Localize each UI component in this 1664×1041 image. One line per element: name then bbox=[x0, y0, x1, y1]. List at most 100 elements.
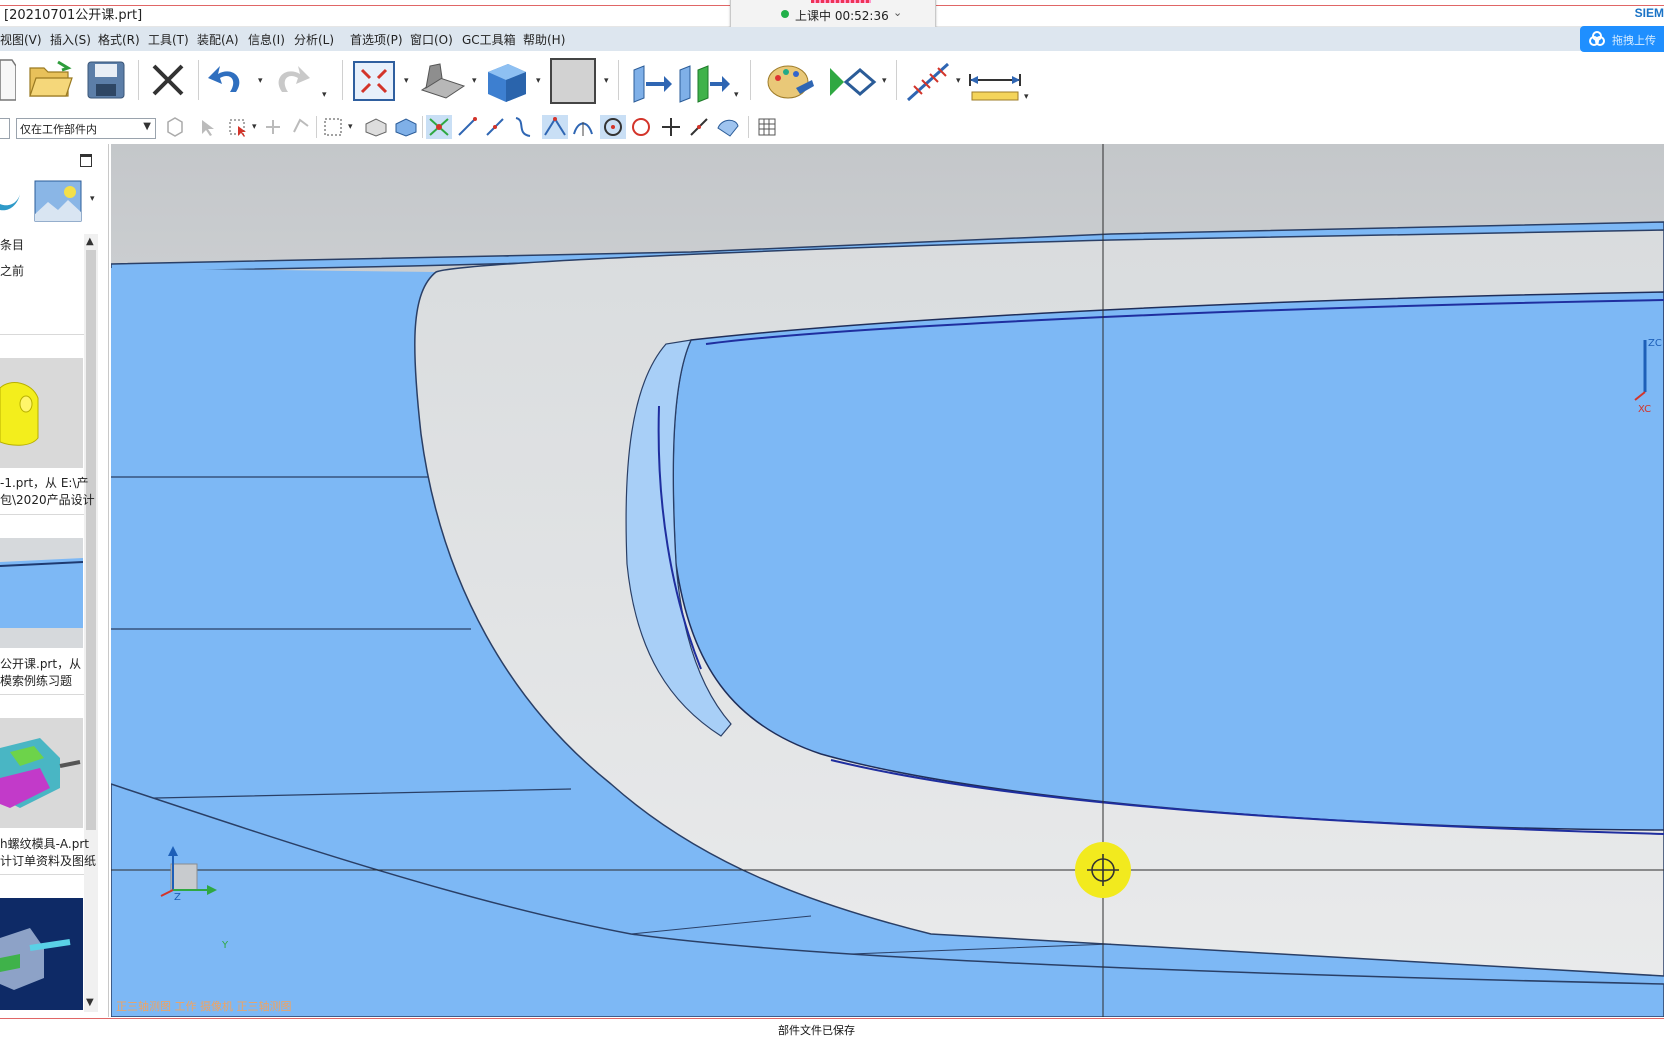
cloud-upload-button[interactable]: 拖拽上传 bbox=[1580, 26, 1664, 52]
cube-dropdown-icon[interactable]: ▾ bbox=[536, 76, 541, 86]
grid-icon[interactable] bbox=[756, 116, 778, 138]
measure-dropdown-icon[interactable]: ▾ bbox=[956, 76, 961, 86]
status-message: 部件文件已保存 bbox=[778, 1024, 855, 1037]
select-feature-icon[interactable] bbox=[164, 116, 186, 138]
recent-file-line2: 计订单资料及图纸 bbox=[0, 854, 97, 868]
menu-tools[interactable]: 工具(T) bbox=[148, 31, 189, 48]
extrude-icon[interactable] bbox=[628, 60, 672, 104]
arc-center-icon[interactable] bbox=[572, 116, 594, 138]
cloud-icon bbox=[1589, 31, 1605, 46]
undo-dropdown-icon[interactable]: ▾ bbox=[258, 76, 263, 86]
mirror-dropdown-icon[interactable]: ▾ bbox=[734, 90, 739, 100]
toolbar-separator bbox=[748, 116, 749, 138]
edit-color-icon[interactable] bbox=[766, 58, 816, 104]
menu-insert[interactable]: 插入(S) bbox=[50, 31, 91, 48]
recent-file-line1: 公开课.prt，从 bbox=[0, 657, 82, 671]
type-filter-select[interactable] bbox=[0, 118, 10, 139]
view-status-text: 正三轴测图 工作 摄像机 正三轴测图 bbox=[116, 1000, 292, 1013]
point-on-curve-icon[interactable] bbox=[688, 116, 710, 138]
menu-format[interactable]: 格式(R) bbox=[98, 31, 140, 48]
convert-icon[interactable] bbox=[828, 62, 878, 102]
pointer-disabled-icon[interactable] bbox=[198, 116, 220, 138]
selection-scope-select[interactable]: 仅在工作部件内 ▼ bbox=[16, 118, 156, 139]
menu-information[interactable]: 信息(I) bbox=[248, 31, 285, 48]
recent-file-thumbnail[interactable] bbox=[0, 898, 83, 1010]
background-palette-icon[interactable] bbox=[34, 180, 82, 222]
menu-gc-toolbox[interactable]: GC工具箱 bbox=[462, 31, 516, 48]
general-select-icon[interactable] bbox=[228, 116, 250, 138]
fit-view-icon[interactable] bbox=[352, 60, 396, 102]
existing-point-icon[interactable] bbox=[660, 116, 682, 138]
measure-angle-icon[interactable] bbox=[904, 60, 952, 104]
recent-file-thumbnail[interactable] bbox=[0, 538, 83, 648]
redo-icon[interactable] bbox=[270, 62, 312, 98]
menu-analysis[interactable]: 分析(L) bbox=[294, 31, 334, 48]
recent-file-thumbnail[interactable] bbox=[0, 718, 83, 828]
palette-dropdown-icon[interactable]: ▾ bbox=[90, 194, 95, 204]
menu-window[interactable]: 窗口(O) bbox=[410, 31, 453, 48]
recent-file-line1: -1.prt，从 E:\产 bbox=[0, 476, 89, 490]
toolbar-separator bbox=[138, 60, 139, 100]
control-point-icon[interactable] bbox=[512, 116, 534, 138]
snap-enable-icon[interactable] bbox=[426, 115, 452, 139]
open-folder-icon[interactable] bbox=[28, 60, 74, 100]
window-title: [20210701公开课.prt] bbox=[4, 8, 143, 23]
palette-partial-icon[interactable] bbox=[0, 184, 22, 214]
background-dropdown-icon[interactable]: ▾ bbox=[604, 76, 609, 86]
triad-y-label: Y bbox=[222, 940, 229, 951]
shaded-cube-icon[interactable] bbox=[484, 60, 530, 104]
toolbar-separator bbox=[422, 116, 423, 138]
brand-logo: SIEM bbox=[1634, 6, 1664, 20]
solid-select-icon[interactable] bbox=[394, 116, 418, 138]
wcs-zc-label: ZC bbox=[1648, 338, 1662, 349]
intersection-point-icon[interactable] bbox=[542, 115, 568, 139]
toolbar-separator bbox=[316, 116, 317, 138]
toolbar-separator bbox=[618, 60, 619, 100]
triad-z-label: Z bbox=[174, 892, 181, 903]
panel-scrollbar-thumb[interactable] bbox=[86, 250, 96, 830]
panel-divider bbox=[0, 694, 84, 695]
fit-view-dropdown-icon[interactable]: ▾ bbox=[404, 76, 409, 86]
menu-view[interactable]: 视图(V) bbox=[0, 31, 42, 48]
point-on-face-icon[interactable] bbox=[716, 116, 740, 138]
menu-bar: 视图(V) 插入(S) 格式(R) 工具(T) 装配(A) 信息(I) 分析(L… bbox=[0, 27, 1664, 51]
maximize-icon[interactable] bbox=[80, 154, 92, 167]
background-icon[interactable] bbox=[550, 58, 596, 104]
scroll-down-icon[interactable]: ▼ bbox=[86, 997, 94, 1008]
rectangle-select-icon[interactable] bbox=[322, 116, 344, 138]
recent-file-line2: 模索例练习题 bbox=[0, 674, 73, 688]
delete-icon[interactable] bbox=[150, 62, 186, 98]
mid-point-icon[interactable] bbox=[484, 116, 506, 138]
scroll-up-icon[interactable]: ▲ bbox=[86, 236, 94, 247]
select-dropdown-icon[interactable]: ▾ bbox=[252, 122, 257, 132]
selection-scope-value: 仅在工作部件内 bbox=[20, 123, 97, 136]
save-icon[interactable] bbox=[86, 60, 126, 100]
convert-dropdown-icon[interactable]: ▾ bbox=[882, 76, 887, 86]
new-file-icon[interactable] bbox=[0, 58, 16, 102]
mirror-body-icon[interactable] bbox=[676, 60, 732, 104]
toolbar-overflow-icon[interactable]: ▾ bbox=[322, 90, 327, 100]
menu-preferences[interactable]: 首选项(P) bbox=[350, 31, 403, 48]
end-point-icon[interactable] bbox=[456, 116, 478, 138]
body-select-icon[interactable] bbox=[364, 116, 388, 138]
render-style-dropdown-icon[interactable]: ▾ bbox=[472, 76, 477, 86]
model-surface-view[interactable] bbox=[111, 144, 1664, 1017]
recent-file-thumbnail[interactable] bbox=[0, 358, 83, 468]
chevron-down-icon: ▼ bbox=[143, 121, 151, 132]
shaded-edges-icon[interactable] bbox=[418, 60, 468, 102]
undo-icon[interactable] bbox=[206, 62, 248, 98]
rectangle-select-dropdown-icon[interactable]: ▾ bbox=[348, 122, 353, 132]
history-header: 条目 bbox=[0, 238, 25, 252]
toolbar-separator bbox=[342, 60, 343, 100]
history-sub: 之前 bbox=[0, 264, 25, 278]
face-select-disabled-icon[interactable] bbox=[290, 116, 312, 138]
menu-help[interactable]: 帮助(H) bbox=[523, 31, 565, 48]
menu-assembly[interactable]: 装配(A) bbox=[197, 31, 239, 48]
measure-distance-icon[interactable] bbox=[966, 66, 1024, 104]
snap-point-disabled-icon[interactable] bbox=[262, 116, 284, 138]
chevron-down-icon[interactable]: ⌄ bbox=[893, 6, 902, 19]
distance-dropdown-icon[interactable]: ▾ bbox=[1024, 92, 1029, 102]
circle-center-icon[interactable] bbox=[600, 115, 626, 139]
graphics-viewport[interactable] bbox=[111, 144, 1664, 1017]
quadrant-point-icon[interactable] bbox=[630, 116, 652, 138]
